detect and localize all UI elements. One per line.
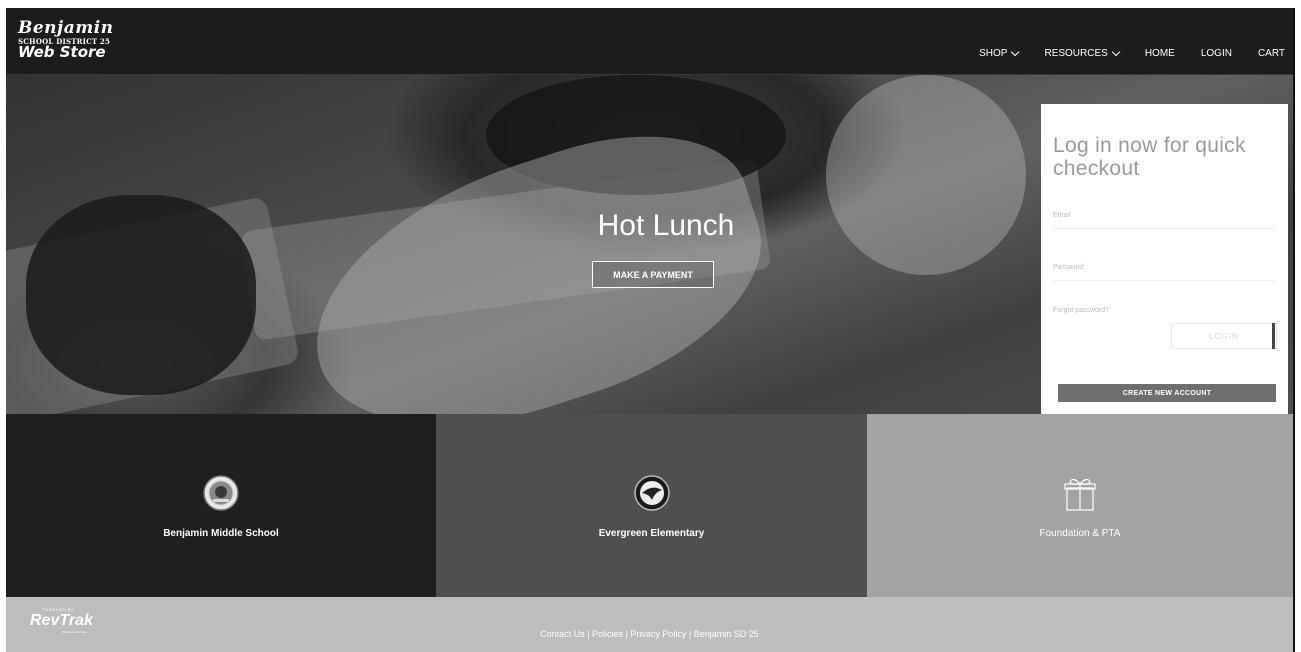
login-button[interactable]: LOGIN xyxy=(1171,323,1277,349)
site-footer: POWERED BY RevTrak Making Cash Flow Cont… xyxy=(6,597,1293,652)
login-title: Log in now for quick checkout xyxy=(1053,134,1246,180)
gift-icon xyxy=(1064,478,1096,511)
tile-label: Benjamin Middle School xyxy=(163,528,279,539)
password-field[interactable]: Password xyxy=(1053,264,1084,271)
nav-login-label: LOGIN xyxy=(1200,48,1232,59)
footer-link-policies[interactable]: Policies xyxy=(592,629,623,639)
login-panel: Log in now for quick checkout Email Pass… xyxy=(1041,104,1288,414)
footer-link-contact[interactable]: Contact Us xyxy=(540,629,585,639)
footer-link-district[interactable]: Benjamin SD 25 xyxy=(694,629,759,639)
chevron-down-icon xyxy=(1011,47,1020,56)
tile-benjamin-middle-school[interactable]: Benjamin Middle School xyxy=(6,414,436,597)
nav-shop-label: SHOP xyxy=(979,48,1008,59)
nav-resources[interactable]: RESOURCES xyxy=(1044,47,1121,59)
make-payment-button[interactable]: MAKE A PAYMENT xyxy=(592,261,714,288)
tile-foundation-pta[interactable]: Foundation & PTA xyxy=(867,414,1293,597)
main-nav: SHOP RESOURCES HOME LOGIN CART xyxy=(953,47,1285,59)
site-header: Benjamin SCHOOL DISTRICT 25 Web Store SH… xyxy=(6,8,1293,75)
nav-home[interactable]: HOME xyxy=(1145,48,1175,59)
tile-label: Evergreen Elementary xyxy=(598,528,705,539)
logo-line-1: Benjamin xyxy=(18,18,114,38)
footer-separator: | xyxy=(686,629,694,639)
forgot-password-link[interactable]: Forgot password? xyxy=(1053,307,1109,314)
school-seal-icon xyxy=(203,475,239,511)
footer-separator: | xyxy=(584,629,593,639)
nav-login[interactable]: LOGIN xyxy=(1201,48,1232,59)
email-field[interactable]: Email xyxy=(1053,212,1071,219)
nav-resources-label: RESOURCES xyxy=(1044,48,1108,59)
chevron-down-icon xyxy=(1111,47,1121,56)
password-field-underline xyxy=(1053,280,1275,281)
footer-link-privacy[interactable]: Privacy Policy xyxy=(630,629,686,639)
nav-cart[interactable]: CART xyxy=(1258,48,1285,59)
nav-shop[interactable]: SHOP xyxy=(979,47,1020,59)
nav-home-label: HOME xyxy=(1144,48,1175,59)
footer-links: Contact Us | Policies | Privacy Policy |… xyxy=(6,629,1293,639)
logo-line-3: Web Store xyxy=(18,43,106,61)
page-edge xyxy=(1293,8,1295,652)
hero-title: Hot Lunch xyxy=(597,209,735,242)
login-button-edge xyxy=(1272,323,1275,349)
tile-evergreen-elementary[interactable]: Evergreen Elementary xyxy=(436,414,867,597)
email-field-underline xyxy=(1053,228,1275,229)
evergreen-seal-icon xyxy=(633,475,670,511)
create-account-button[interactable]: CREATE NEW ACCOUNT xyxy=(1058,384,1276,402)
tile-label: Foundation & PTA xyxy=(1039,528,1121,539)
revtrak-brand: RevTrak xyxy=(30,612,93,629)
store-logo[interactable]: Benjamin SCHOOL DISTRICT 25 Web Store xyxy=(18,20,114,60)
nav-cart-label: CART xyxy=(1257,48,1285,59)
